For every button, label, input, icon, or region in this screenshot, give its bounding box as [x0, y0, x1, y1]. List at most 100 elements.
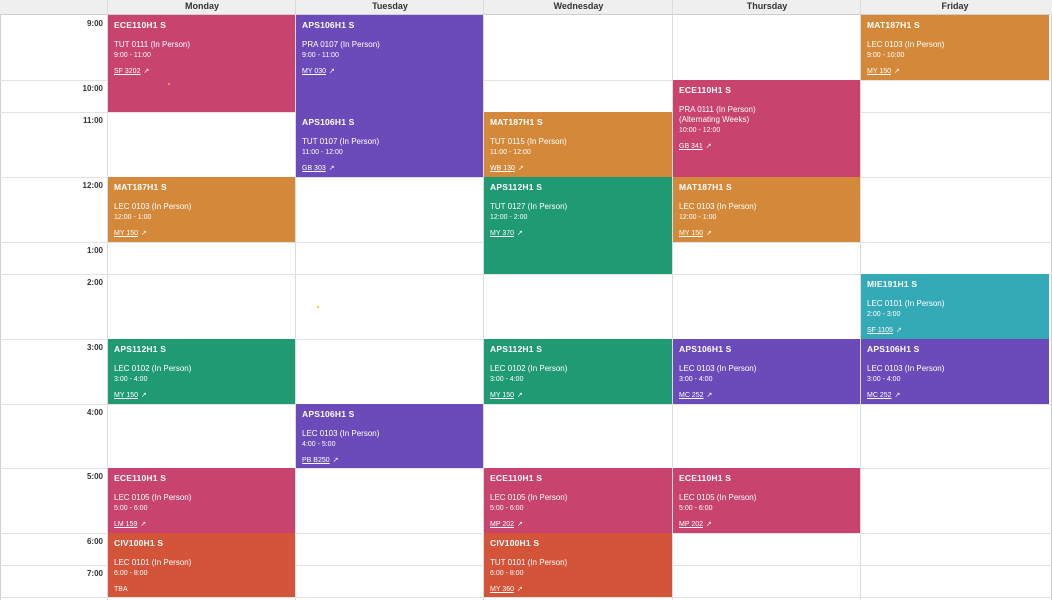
event-block-civ100-tut[interactable]: CIV100H1 S TUT 0101 (In Person) 6:00 - 8… — [484, 533, 672, 597]
room-link[interactable]: MY 150 — [490, 391, 514, 401]
course-code: APS106H1 S — [867, 344, 920, 354]
section-label: TUT 0107 (In Person) — [302, 137, 380, 146]
time-label: 7:00 — [86, 569, 103, 578]
time-range: 11:00 - 12:00 — [490, 149, 531, 156]
event-block-ece110-lec[interactable]: ECE110H1 S LEC 0105 (In Person) 5:00 - 6… — [484, 468, 672, 533]
course-code: ECE110H1 S — [114, 20, 167, 30]
room-link[interactable]: MP 202 — [679, 520, 703, 530]
course-code: APS112H1 S — [490, 182, 543, 192]
event-block-aps112-lec[interactable]: APS112H1 S LEC 0102 (In Person) 3:00 - 4… — [484, 339, 672, 404]
event-block-ece110-tut[interactable]: ECE110H1 S TUT 0111 (In Person) 9:00 - 1… — [108, 15, 295, 112]
course-code: ECE110H1 S — [490, 473, 543, 483]
room-link[interactable]: MY 150 — [114, 229, 138, 239]
external-link-icon: ↗ — [143, 68, 150, 75]
event-block-mat187-tut[interactable]: MAT187H1 S TUT 0115 (In Person) 11:00 - … — [484, 112, 672, 177]
room-link[interactable]: SF 3202 — [114, 67, 140, 77]
room-link[interactable]: SF 1105 — [867, 326, 893, 336]
event-block-mat187-lec[interactable]: MAT187H1 S LEC 0103 (In Person) 12:00 - … — [108, 177, 295, 242]
time-label: 3:00 — [86, 343, 103, 352]
section-label: TUT 0111 (In Person) — [114, 40, 191, 49]
time-label: 4:00 — [86, 408, 103, 417]
section-label: PRA 0111 (In Person) — [679, 105, 756, 114]
time-range: 5:00 - 6:00 — [490, 505, 524, 512]
section-label: LEC 0103 (In Person) — [679, 364, 757, 373]
room-link[interactable]: MY 030 — [302, 67, 326, 77]
external-link-icon: ↗ — [705, 143, 712, 150]
section-label: LEC 0105 (In Person) — [679, 493, 757, 502]
event-block-aps106-lec[interactable]: APS106H1 S LEC 0103 (In Person) 3:00 - 4… — [861, 339, 1049, 404]
event-block-mie191-lec[interactable]: MIE191H1 S LEC 0101 (In Person) 2:00 - 3… — [861, 274, 1049, 339]
time-range: 6:00 - 8:00 — [114, 570, 148, 577]
course-code: APS106H1 S — [302, 117, 355, 127]
course-code: APS106H1 S — [302, 409, 355, 419]
event-block-ece110-lec[interactable]: ECE110H1 S LEC 0105 (In Person) 5:00 - 6… — [673, 468, 860, 533]
event-block-aps106-lec[interactable]: APS106H1 S LEC 0103 (In Person) 3:00 - 4… — [673, 339, 860, 404]
course-code: APS106H1 S — [679, 344, 732, 354]
event-block-aps112-lec[interactable]: APS112H1 S LEC 0102 (In Person) 3:00 - 4… — [108, 339, 295, 404]
external-link-icon: ↗ — [332, 457, 339, 464]
external-link-icon: ↗ — [328, 165, 335, 172]
time-range: 12:00 - 1:00 — [679, 214, 717, 221]
room-link[interactable]: GB 303 — [302, 164, 326, 174]
course-code: APS112H1 S — [114, 344, 167, 354]
room-link[interactable]: MC 252 — [867, 391, 892, 401]
room-link[interactable]: MP 202 — [490, 520, 514, 530]
event-block-ece110-lec[interactable]: ECE110H1 S LEC 0105 (In Person) 5:00 - 6… — [108, 468, 295, 533]
course-code: ECE110H1 S — [679, 85, 732, 95]
time-label: 12:00 — [82, 181, 103, 190]
room-link[interactable]: MY 150 — [679, 229, 703, 239]
time-range: 3:00 - 4:00 — [679, 376, 713, 383]
external-link-icon: ↗ — [706, 521, 712, 528]
course-code: MAT187H1 S — [114, 182, 167, 192]
time-range: 3:00 - 4:00 — [490, 376, 524, 383]
event-block-civ100-lec[interactable]: CIV100H1 S LEC 0101 (In Person) 6:00 - 8… — [108, 533, 295, 597]
time-range: 12:00 - 1:00 — [114, 214, 152, 221]
section-label: TUT 0127 (In Person) — [490, 202, 568, 211]
event-block-aps106-lec[interactable]: APS106H1 S LEC 0103 (In Person) 4:00 - 5… — [296, 404, 483, 468]
row-divider — [0, 404, 1052, 405]
external-link-icon: ↗ — [895, 327, 902, 334]
time-label: 5:00 — [86, 472, 103, 481]
row-divider — [0, 597, 1052, 598]
event-block-ece110-pra[interactable]: ECE110H1 S PRA 0111 (In Person) (Alterna… — [673, 80, 860, 177]
room-link[interactable]: MY 150 — [867, 67, 891, 77]
event-block-aps112-tut[interactable]: APS112H1 S TUT 0127 (In Person) 12:00 - … — [484, 177, 672, 274]
external-link-icon: ↗ — [517, 230, 523, 237]
time-range: 3:00 - 4:00 — [867, 376, 901, 383]
section-label: LEC 0103 (In Person) — [679, 202, 757, 211]
external-link-icon: ↗ — [517, 392, 523, 399]
external-link-icon: ↗ — [517, 586, 523, 593]
time-range: 5:00 - 6:00 — [114, 505, 148, 512]
external-link-icon: ↗ — [706, 230, 712, 237]
event-block-mat187-lec[interactable]: MAT187H1 S LEC 0103 (In Person) 12:00 - … — [673, 177, 860, 242]
room-link[interactable]: MY 150 — [114, 391, 138, 401]
time-range: 12:00 - 2:00 — [490, 214, 528, 221]
room-link[interactable]: MC 252 — [679, 391, 704, 401]
time-label: 2:00 — [86, 278, 103, 287]
section-label: LEC 0101 (In Person) — [114, 558, 192, 567]
room-link[interactable]: GB 341 — [679, 142, 703, 152]
room-link[interactable]: WB 130 — [490, 164, 515, 174]
section-label: LEC 0103 (In Person) — [867, 364, 945, 373]
event-block-mat187-lec[interactable]: MAT187H1 S LEC 0103 (In Person) 9:00 - 1… — [861, 15, 1049, 80]
event-block-aps106-tut[interactable]: APS106H1 S TUT 0107 (In Person) 11:00 - … — [296, 112, 483, 177]
day-header-friday: Friday — [941, 1, 969, 11]
room-link[interactable]: MY 370 — [490, 229, 514, 239]
course-code: ECE110H1 S — [114, 473, 167, 483]
section-label: LEC 0103 (In Person) — [302, 429, 380, 438]
room-link[interactable]: LM 159 — [114, 520, 137, 530]
room-link[interactable]: PB B250 — [302, 456, 330, 466]
section-label: LEC 0102 (In Person) — [490, 364, 568, 373]
room-link[interactable]: MY 360 — [490, 585, 514, 595]
course-code: MAT187H1 S — [490, 117, 543, 127]
section-label: LEC 0105 (In Person) — [114, 493, 192, 502]
day-header-thursday: Thursday — [746, 1, 788, 11]
time-label: 9:00 — [86, 19, 103, 28]
course-code: MAT187H1 S — [867, 20, 920, 30]
event-block-aps106-pra[interactable]: APS106H1 S PRA 0107 (In Person) 9:00 - 1… — [296, 15, 483, 112]
day-header-wednesday: Wednesday — [553, 1, 604, 11]
time-label: 1:00 — [86, 246, 103, 255]
external-link-icon: ↗ — [141, 392, 147, 399]
external-link-icon: ↗ — [140, 521, 147, 528]
time-range: 9:00 - 11:00 — [302, 52, 339, 59]
